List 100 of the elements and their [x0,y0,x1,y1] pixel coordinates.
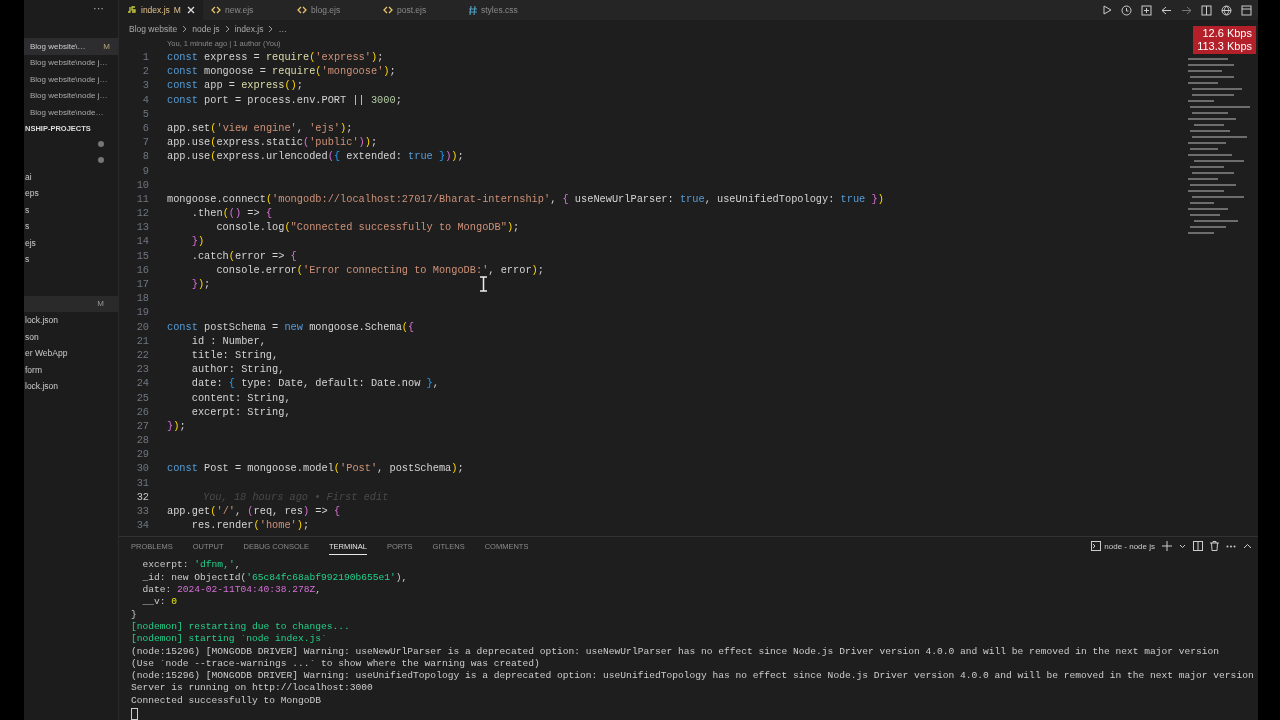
code-line: app.get('/', (req, res) => { [167,504,341,519]
open-editor-item[interactable]: Blog website\… M [24,38,118,55]
open-editor-item[interactable]: Blog website\node… [24,104,118,121]
open-editor-item[interactable]: Blog website\node j… [24,71,118,88]
code-line: console.error('Error connecting to MongoDB:', error); [215,262,544,277]
trash-icon[interactable] [1210,541,1219,552]
code-line: .catch(error => { [190,248,297,263]
more-icon[interactable] [1226,544,1236,548]
caret-icon[interactable] [1179,543,1186,549]
line-number: 28 [135,433,149,448]
terminal-line: (Use `node --trace-warnings ...` to show where the warning was created) [131,657,540,671]
terminal-line: excerpt: 'dfnm,', [141,559,241,572]
line-number: 18 [135,291,149,306]
line-number: 19 [135,305,149,320]
line-number: 2 [141,64,149,79]
plus-icon[interactable] [1162,541,1172,552]
line-number: 27 [135,418,149,434]
code-line: const Post = mongoose.model('Post', postSchema); [167,461,464,476]
code-line: const express = require('express'); [167,50,384,65]
terminal-line: [nodemon] restarting due to changes... [131,620,350,634]
line-number: 12 [135,206,149,221]
breadcrumb-item[interactable]: Blog website [129,24,178,34]
file-item[interactable]: ejs [24,234,118,251]
compare-icon[interactable] [1141,4,1152,16]
line-number: 21 [135,333,149,348]
code-line: app.use(express.urlencoded({ extended: true })); [167,149,464,164]
line-number: 22 [135,347,149,363]
line-number: 16 [135,262,149,277]
speed-reading: 113.3 Kbps [1197,40,1252,53]
terminal-line: } [131,608,137,621]
breadcrumb-item[interactable]: index.js [234,24,264,34]
code-line: }) [190,234,205,249]
terminal-line: Connected successfully to MongoDB [131,694,321,707]
file-item[interactable]: lock.json [24,312,118,329]
line-number: 25 [135,390,149,405]
history-icon[interactable] [1121,4,1132,16]
forward-arrow-icon[interactable] [1181,4,1192,16]
line-number: 24 [135,376,149,391]
file-item[interactable]: eps [24,185,118,202]
editor-tab[interactable]: index.js M [119,0,203,20]
more-icon[interactable]: ··· [93,2,104,14]
file-type-icon [382,6,393,14]
code-line: const postSchema = new mongoose.Schema({ [167,319,415,334]
file-item[interactable]: er WebApp [24,345,118,362]
breadcrumb-item[interactable]: node js [192,24,220,34]
line-number: 9 [141,163,149,178]
code-line: content: String, [190,390,291,405]
run-icon[interactable] [1102,5,1112,15]
file-item[interactable]: son [24,328,118,345]
line-number: 14 [135,234,149,249]
file-type-icon [127,6,137,14]
line-number: 7 [141,135,149,150]
line-number: 29 [135,447,149,462]
open-editor-item[interactable]: Blog website\node j… [24,54,118,71]
folder-header[interactable]: M [24,295,118,312]
file-item[interactable]: ai [24,168,118,185]
line-number: 5 [141,106,149,121]
code-line: id : Number, [190,333,266,348]
line-number: 30 [135,461,149,476]
file-item[interactable]: form [24,361,118,378]
line-number: 31 [135,475,149,490]
split-editor-icon[interactable] [1201,4,1212,16]
file-item[interactable]: s [24,251,118,268]
line-number: 15 [135,248,149,263]
back-arrow-icon[interactable] [1161,4,1172,16]
text-cursor-icon [479,276,488,292]
file-item[interactable]: lock.json [24,378,118,395]
code-line: }); [167,418,186,434]
open-editor-item[interactable]: Blog website\node j… [24,87,118,104]
code-line: const mongoose = require('mongoose'); [167,64,396,79]
close-icon[interactable] [186,6,195,14]
status-dot-icon [98,157,104,164]
chevron-icon [268,25,274,33]
line-number: 20 [135,319,149,334]
file-item[interactable]: s [24,218,118,235]
status-dot-icon [98,140,104,147]
terminal-line: date: 2024-02-11T04:40:38.278Z, [141,584,321,597]
code-line: console.log("Connected successfully to MongoDB"); [215,220,520,235]
split-terminal-icon[interactable] [1193,541,1203,552]
file-type-icon [468,5,477,15]
layout-icon[interactable] [1241,4,1252,16]
terminal-name[interactable]: node - node js [1104,541,1155,551]
line-number: 13 [135,220,149,235]
code-line: app.set('view engine', 'ejs'); [167,120,353,136]
breadcrumb-item[interactable]: … [278,24,287,34]
terminal-line: __v: 0 [141,596,178,609]
chevron-icon [182,25,188,33]
chevron-icon [224,25,230,33]
code-line: author: String, [190,362,285,377]
line-number: 3 [141,78,149,93]
file-type-icon [210,6,221,14]
code-line: res.render('home'); [190,518,310,533]
code-line: excerpt: String, [190,404,291,419]
line-number: 33 [135,504,149,519]
chevron-up-icon[interactable] [1243,543,1252,550]
code-line: title: String, [190,347,279,363]
file-item[interactable]: s [24,201,118,218]
terminal-line: (node:15296) [MONGODB DRIVER] Warning: useUnifiedTopology is a deprecated option: useUnifiedTopology has no effect since Node.js Driver version 4.0.0 and will be removed in the next major version [131,670,1254,683]
line-number: 26 [135,404,149,419]
globe-icon[interactable] [1221,4,1232,16]
